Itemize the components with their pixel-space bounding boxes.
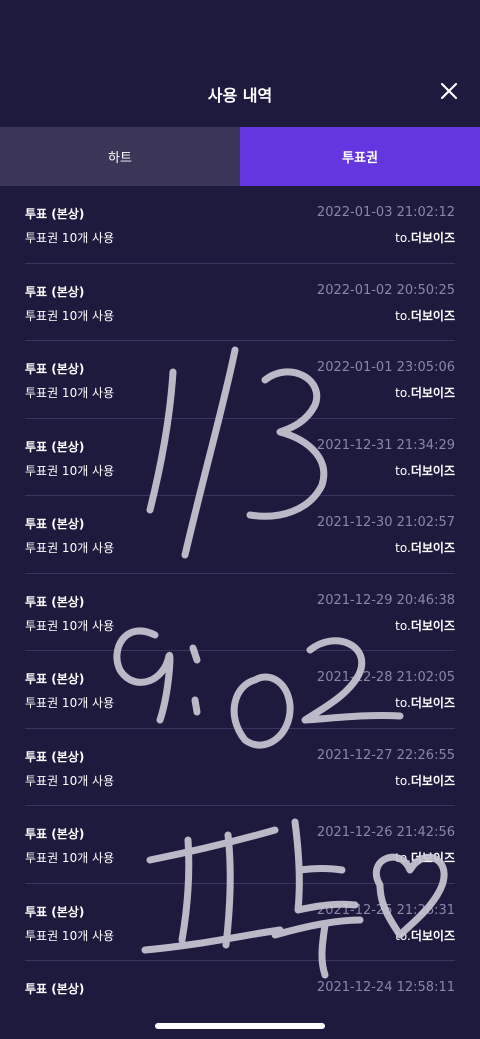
history-row[interactable]: 투표 (본상) 2021-12-26 21:42:56 투표권 10개 사용 to.더…	[25, 806, 455, 884]
home-indicator[interactable]	[155, 1023, 325, 1029]
history-row-recipient: to.더보이즈	[395, 539, 455, 556]
recipient-name: 더보이즈	[410, 386, 455, 400]
history-row-title: 투표 (본상)	[25, 439, 85, 454]
recipient-name: 더보이즈	[410, 463, 455, 478]
history-row[interactable]: 투표 (본상) 2021-12-30 21:02:57 투표권 10개 사용 to.더…	[25, 496, 455, 574]
history-row-title: 투표 (본상)	[25, 904, 85, 919]
history-row[interactable]: 투표 (본상) 2021-12-31 21:34:29 투표권 10개 사용 to.더…	[25, 419, 455, 496]
recipient-name: 더보이즈	[410, 696, 455, 710]
recipient-name: 더보이즈	[410, 618, 455, 633]
history-row-date: 2021-12-27 22:26:55	[316, 747, 455, 763]
history-row-detail: 투표권 10개 사용	[25, 696, 115, 710]
history-row[interactable]: 투표 (본상) 2021-12-27 22:26:55 투표권 10개 사용 to.더…	[25, 729, 455, 806]
recipient-prefix: to.	[395, 541, 411, 555]
recipient-prefix: to.	[395, 618, 411, 633]
history-row-date: 2021-12-31 21:34:29	[316, 437, 455, 453]
history-row-title: 투표 (본상)	[25, 207, 85, 221]
history-row[interactable]: 투표 (본상) 2022-01-03 21:02:12 투표권 10개 사용 to.더…	[25, 186, 455, 264]
recipient-name: 더보이즈	[410, 928, 455, 943]
history-row-date: 2021-12-24 12:58:11	[316, 980, 455, 995]
history-row-detail: 투표권 10개 사용	[25, 851, 115, 865]
history-row-recipient: to.더보이즈	[395, 772, 455, 789]
recipient-prefix: to.	[395, 463, 411, 478]
history-row-detail: 투표권 10개 사용	[25, 541, 115, 555]
history-row-date: 2021-12-29 20:46:38	[316, 592, 455, 608]
history-row-detail: 투표권 10개 사용	[25, 928, 115, 943]
history-row-date: 2021-12-30 21:02:57	[316, 515, 455, 530]
history-row-recipient: to.더보이즈	[395, 927, 455, 944]
history-row-date: 2021-12-28 21:02:05	[316, 670, 455, 685]
history-row-recipient: to.더보이즈	[395, 462, 455, 479]
recipient-prefix: to.	[395, 773, 411, 788]
recipient-prefix: to.	[395, 928, 411, 943]
history-row-detail: 투표권 10개 사용	[25, 618, 115, 633]
page-title: 사용 내역	[207, 86, 273, 105]
recipient-prefix: to.	[395, 308, 411, 323]
history-row-title: 투표 (본상)	[25, 517, 85, 531]
header: 사용 내역	[0, 0, 480, 127]
recipient-name: 더보이즈	[410, 773, 455, 788]
history-row-date: 2022-01-02 20:50:25	[316, 282, 455, 298]
recipient-name: 더보이즈	[410, 308, 455, 323]
recipient-prefix: to.	[395, 696, 411, 710]
history-row[interactable]: 투표 (본상) 2021-12-28 21:02:05 투표권 10개 사용 to.더…	[25, 651, 455, 729]
recipient-name: 더보이즈	[410, 541, 455, 555]
history-row-detail: 투표권 10개 사용	[25, 231, 115, 245]
history-row[interactable]: 투표 (본상) 2022-01-01 23:05:06 투표권 10개 사용 to.더…	[25, 341, 455, 419]
history-row-title: 투표 (본상)	[25, 749, 85, 764]
tab-vote[interactable]: 투표권	[240, 127, 480, 186]
recipient-prefix: to.	[395, 386, 411, 400]
history-row-recipient: to.더보이즈	[395, 617, 455, 634]
history-row-date: 2022-01-01 23:05:06	[316, 360, 455, 375]
history-row-detail: 투표권 10개 사용	[25, 773, 115, 788]
history-row-detail: 투표권 10개 사용	[25, 308, 115, 323]
history-row[interactable]: 투표 (본상) 2021-12-25 21:26:31 투표권 10개 사용 to.더…	[25, 884, 455, 961]
recipient-name: 더보이즈	[410, 851, 455, 865]
history-row-title: 투표 (본상)	[25, 982, 85, 996]
history-row[interactable]: 투표 (본상) 2021-12-29 20:46:38 투표권 10개 사용 to.더…	[25, 574, 455, 651]
history-row-recipient: to.더보이즈	[395, 849, 455, 866]
history-row-date: 2021-12-26 21:42:56	[316, 825, 455, 840]
recipient-name: 더보이즈	[410, 231, 455, 245]
tab-bar: 하트 투표권	[0, 127, 480, 186]
history-list: 투표 (본상) 2022-01-03 21:02:12 투표권 10개 사용 to.더…	[0, 186, 480, 1039]
history-row-title: 투표 (본상)	[25, 594, 85, 609]
close-button[interactable]	[438, 80, 460, 102]
history-row-recipient: to.더보이즈	[395, 384, 455, 401]
history-row-title: 투표 (본상)	[25, 672, 85, 686]
history-row-recipient: to.더보이즈	[395, 694, 455, 711]
history-row-detail: 투표권 10개 사용	[25, 386, 115, 400]
recipient-prefix: to.	[395, 851, 411, 865]
history-row-title: 투표 (본상)	[25, 827, 85, 841]
history-row-recipient: to.더보이즈	[395, 307, 455, 324]
recipient-prefix: to.	[395, 231, 411, 245]
history-row-title: 투표 (본상)	[25, 362, 85, 376]
history-row[interactable]: 투표 (본상) 2022-01-02 20:50:25 투표권 10개 사용 to.더…	[25, 264, 455, 341]
history-row-date: 2021-12-25 21:26:31	[316, 902, 455, 918]
close-icon	[440, 82, 458, 100]
history-row-title: 투표 (본상)	[25, 284, 85, 299]
history-row-recipient: to.더보이즈	[395, 229, 455, 246]
history-row-detail: 투표권 10개 사용	[25, 463, 115, 478]
tab-heart[interactable]: 하트	[0, 127, 240, 186]
history-row-date: 2022-01-03 21:02:12	[316, 205, 455, 220]
